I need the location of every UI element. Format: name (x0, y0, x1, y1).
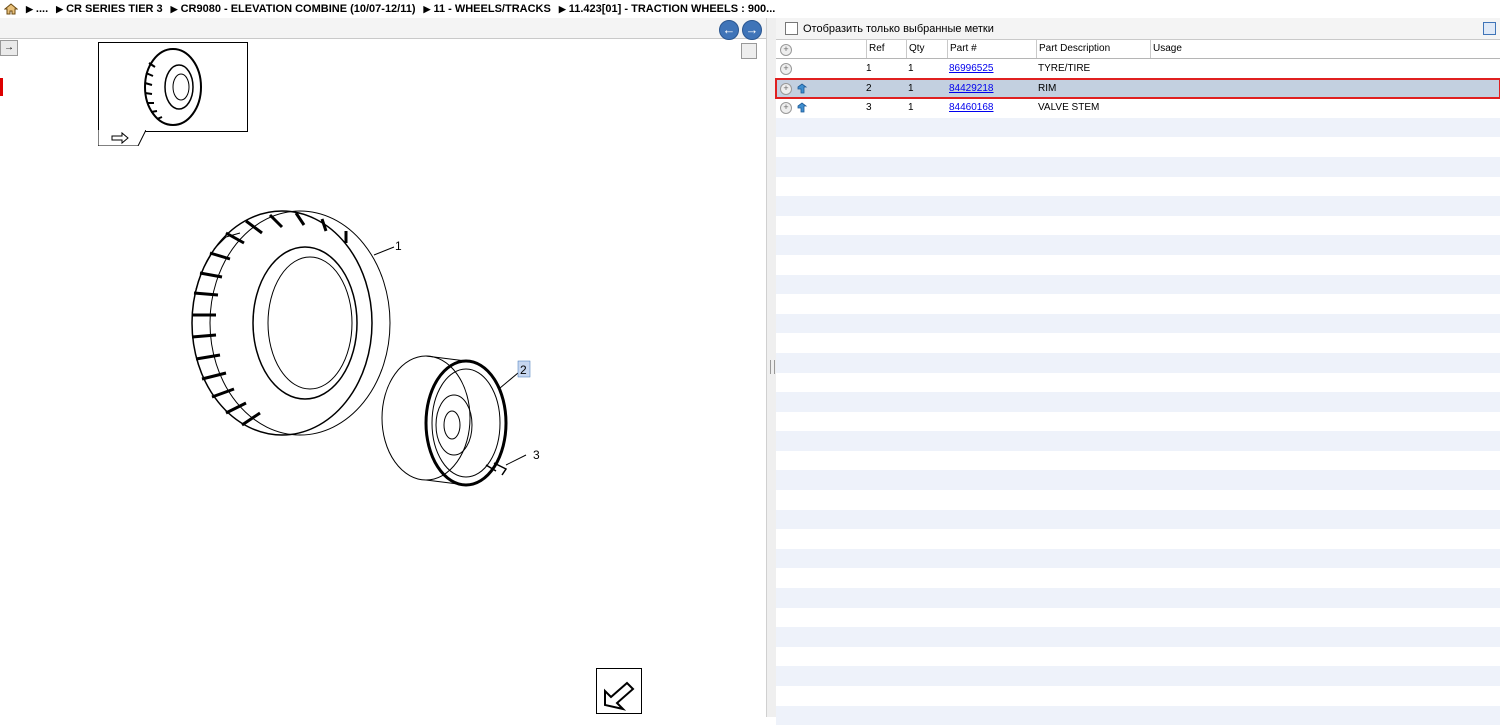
empty-row (776, 412, 1500, 432)
thumbnail-tab[interactable] (97, 129, 147, 147)
expand-row-button[interactable]: + (780, 63, 792, 76)
triangle-icon: ▶ (558, 3, 566, 14)
empty-row (776, 627, 1500, 647)
triangle-icon: ▶ (26, 3, 33, 14)
empty-row (776, 451, 1500, 471)
header-ref[interactable]: Ref (867, 40, 907, 58)
empty-row (776, 686, 1500, 706)
triangle-icon: ▶ (423, 3, 431, 14)
breadcrumb-item[interactable]: ▶ CR9080 - ELEVATION COMBINE (10/07-12/11… (171, 3, 416, 15)
hook-icon[interactable] (796, 83, 808, 94)
empty-row (776, 588, 1500, 608)
part-number-link[interactable]: 86996525 (949, 63, 994, 74)
forward-arrow-icon[interactable]: → (742, 20, 762, 40)
empty-row (776, 647, 1500, 667)
empty-row (776, 177, 1500, 197)
empty-row (776, 490, 1500, 510)
empty-row (776, 235, 1500, 255)
expand-row-button[interactable]: + (780, 102, 792, 115)
breadcrumb: ▶.... ▶ CR SERIES TIER 3 ▶ CR9080 - ELEVAT… (0, 0, 1500, 18)
empty-row (776, 255, 1500, 275)
breadcrumb-item[interactable]: ▶.... (26, 3, 48, 15)
empty-row (776, 373, 1500, 393)
empty-row (776, 274, 1500, 295)
empty-row (776, 313, 1500, 334)
maximize-button[interactable] (741, 43, 757, 59)
callout-2[interactable]: 2 (520, 363, 527, 377)
empty-row (776, 333, 1500, 353)
empty-row (776, 137, 1500, 157)
empty-row (776, 470, 1500, 491)
exploded-diagram: 1 2 3 (191, 210, 540, 487)
breadcrumb-item[interactable]: ▶ 11 - WHEELS/TRACKS (424, 3, 551, 15)
expand-row-button[interactable]: + (780, 82, 792, 95)
empty-row (776, 196, 1500, 216)
empty-row (776, 431, 1500, 451)
header-usage[interactable]: Usage (1151, 40, 1351, 58)
empty-row (776, 294, 1500, 314)
empty-row (776, 608, 1500, 628)
table-row[interactable]: + 3 1 84460168 VALVE STEM (776, 98, 1500, 118)
empty-row (776, 705, 1500, 725)
expand-icon[interactable]: → (0, 40, 18, 56)
home-icon[interactable] (4, 3, 18, 15)
hook-icon[interactable] (796, 102, 808, 113)
empty-row (776, 548, 1500, 569)
callout-1[interactable]: 1 (395, 239, 402, 253)
empty-row (776, 392, 1500, 412)
empty-row (776, 352, 1500, 373)
part-number-link[interactable]: 84460168 (949, 102, 994, 113)
zoom-out-icon[interactable] (596, 668, 642, 714)
empty-row (776, 156, 1500, 177)
header-desc[interactable]: Part Description (1037, 40, 1151, 58)
breadcrumb-item[interactable]: ▶ 11.423[01] - TRACTION WHEELS : 900... (559, 3, 776, 15)
tire-thumbnail-icon (144, 48, 202, 126)
thumbnail-preview[interactable] (98, 42, 248, 132)
parts-panel: Отобразить только выбранные метки + Ref … (775, 18, 1500, 725)
selection-marker (0, 78, 3, 96)
empty-row (776, 216, 1500, 236)
diagram-toolbar: ← → (0, 18, 766, 40)
triangle-icon: ▶ (56, 3, 64, 14)
part-number-link[interactable]: 84429218 (949, 83, 994, 94)
filter-bar: Отобразить только выбранные метки (776, 18, 1500, 40)
table-row[interactable]: + 1 1 86996525 TYRE/TIRE (776, 59, 1500, 79)
header-qty[interactable]: Qty (907, 40, 948, 58)
show-selected-checkbox[interactable] (785, 22, 798, 35)
grid-settings-icon[interactable] (1483, 22, 1496, 35)
triangle-icon: ▶ (170, 3, 178, 14)
table-header: + Ref Qty Part # Part Description Usage (776, 40, 1500, 59)
empty-row (776, 117, 1500, 138)
header-part[interactable]: Part # (948, 40, 1037, 58)
breadcrumb-item[interactable]: ▶ CR SERIES TIER 3 (56, 3, 163, 15)
table-row[interactable]: + 2 1 84429218 RIM (775, 77, 1500, 100)
back-arrow-icon[interactable]: ← (719, 20, 739, 40)
empty-row (776, 666, 1500, 686)
empty-row (776, 568, 1500, 588)
empty-row (776, 529, 1500, 549)
filter-label: Отобразить только выбранные метки (803, 22, 994, 35)
empty-rows (776, 117, 1500, 725)
diagram-panel: ← → → 1 2 3 (0, 18, 766, 717)
expand-all-button[interactable]: + (780, 44, 792, 56)
empty-row (776, 509, 1500, 530)
splitter-grip[interactable] (770, 360, 775, 374)
callout-3[interactable]: 3 (533, 448, 540, 462)
